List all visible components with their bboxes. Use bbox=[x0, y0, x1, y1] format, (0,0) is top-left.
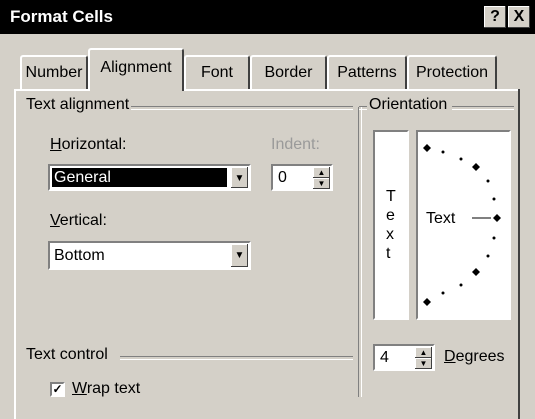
dial-tick bbox=[441, 291, 445, 295]
window-title: Format Cells bbox=[10, 7, 113, 26]
orientation-border-left bbox=[358, 107, 362, 397]
orientation-separator-right bbox=[452, 106, 514, 110]
title-bar: Format Cells ? X bbox=[0, 0, 535, 34]
vertical-text-e: e bbox=[386, 207, 395, 224]
orientation-group-label: Orientation bbox=[369, 96, 448, 113]
tab-border[interactable]: Border bbox=[250, 55, 327, 89]
indent-label: Indent: bbox=[271, 136, 320, 153]
panel-border-right bbox=[518, 89, 520, 419]
dial-marker-center bbox=[493, 214, 501, 222]
vertical-select[interactable]: Bottom ▼ bbox=[48, 241, 251, 270]
dial-text: Text bbox=[426, 210, 456, 227]
vertical-value: Bottom bbox=[54, 247, 105, 264]
help-button[interactable]: ? bbox=[484, 6, 506, 28]
vertical-text-box[interactable]: T e x t bbox=[373, 130, 409, 320]
degrees-spinner[interactable]: 4 ▲ ▼ bbox=[373, 344, 435, 371]
chevron-down-icon: ▼ bbox=[234, 173, 245, 184]
orientation-dial[interactable]: Text bbox=[416, 130, 511, 320]
dial-tick bbox=[492, 197, 496, 201]
tab-number[interactable]: Number bbox=[20, 55, 88, 89]
chevron-down-icon: ▼ bbox=[234, 250, 245, 261]
tab-protection[interactable]: Protection bbox=[407, 55, 497, 89]
horizontal-label: Horizontal: bbox=[50, 136, 127, 153]
vertical-dropdown-button[interactable]: ▼ bbox=[231, 244, 248, 267]
close-button[interactable]: X bbox=[508, 6, 530, 28]
wrap-text-label: Wrap text bbox=[72, 380, 141, 397]
dial-marker-upper bbox=[472, 163, 480, 171]
degrees-spin-up-button[interactable]: ▲ bbox=[415, 347, 432, 358]
vertical-text-x: x bbox=[386, 226, 394, 243]
tab-alignment[interactable]: Alignment bbox=[88, 48, 184, 91]
horizontal-select[interactable]: General ▼ bbox=[48, 164, 251, 191]
dial-tick bbox=[486, 254, 490, 258]
indent-value: 0 bbox=[278, 169, 287, 186]
dial-tick bbox=[441, 150, 445, 154]
dial-tick bbox=[492, 236, 496, 240]
panel-border-left bbox=[14, 89, 16, 419]
spin-down-icon: ▼ bbox=[317, 179, 326, 188]
degrees-label: Degrees bbox=[444, 348, 505, 365]
horizontal-dropdown-button[interactable]: ▼ bbox=[231, 167, 248, 188]
text-control-separator bbox=[120, 356, 353, 360]
indent-spin-up-button[interactable]: ▲ bbox=[313, 167, 330, 178]
dial-marker-top bbox=[423, 144, 431, 152]
dial-tick bbox=[459, 283, 463, 287]
dial-marker-lower bbox=[472, 268, 480, 276]
dial-tick bbox=[486, 179, 490, 183]
vertical-label: Vertical: bbox=[50, 212, 107, 229]
degrees-value: 4 bbox=[380, 349, 389, 366]
vertical-text-t: T bbox=[386, 188, 396, 205]
text-alignment-separator bbox=[131, 106, 353, 110]
vertical-text-t2: t bbox=[386, 245, 391, 262]
text-alignment-group-label: Text alignment bbox=[26, 96, 130, 113]
degrees-spin-down-button[interactable]: ▼ bbox=[415, 358, 432, 369]
spin-down-icon: ▼ bbox=[419, 359, 428, 368]
wrap-text-checkbox[interactable]: ✓ bbox=[50, 382, 65, 397]
spin-up-icon: ▲ bbox=[317, 168, 326, 177]
tab-font[interactable]: Font bbox=[184, 55, 250, 89]
indent-spin-down-button[interactable]: ▼ bbox=[313, 178, 330, 189]
spin-up-icon: ▲ bbox=[419, 348, 428, 357]
checkmark-icon: ✓ bbox=[52, 382, 63, 396]
horizontal-value: General bbox=[54, 169, 111, 186]
tab-patterns[interactable]: Patterns bbox=[327, 55, 407, 89]
indent-spinner[interactable]: 0 ▲ ▼ bbox=[271, 164, 333, 191]
dial-marker-bottom bbox=[423, 298, 431, 306]
text-control-group-label: Text control bbox=[26, 346, 108, 363]
dial-tick bbox=[459, 157, 463, 161]
